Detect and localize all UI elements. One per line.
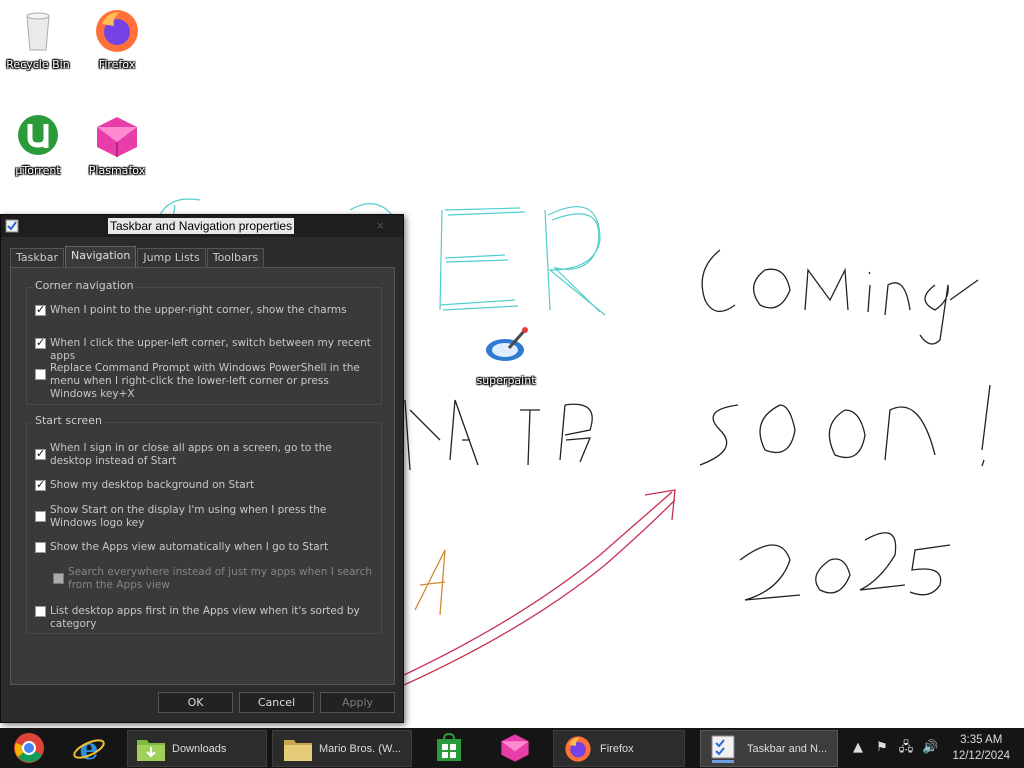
properties-icon xyxy=(711,735,735,763)
option-label: When I point to the upper-right corner, … xyxy=(50,304,347,316)
checkbox[interactable] xyxy=(35,303,46,316)
option-label: Show Start on the display I'm using when… xyxy=(50,504,327,529)
chrome-icon xyxy=(14,733,44,763)
navigation-tab-panel: Corner navigation When I point to the up… xyxy=(10,267,395,685)
taskbar-item-chrome[interactable] xyxy=(4,728,54,768)
taskbar-item-label: Mario Bros. (W... xyxy=(319,743,401,755)
firefox-icon xyxy=(565,736,591,762)
desktop-icon-superpaint[interactable]: superpaint xyxy=(471,322,541,387)
taskbar-item-store[interactable] xyxy=(424,728,474,768)
desktop-icon-utorrent[interactable]: µTorrent xyxy=(3,112,73,177)
option-apps-view-automatically[interactable]: Show the Apps view automatically when I … xyxy=(35,541,375,555)
desktop-icon-label: Firefox xyxy=(98,58,136,71)
properties-icon xyxy=(5,219,19,233)
desktop-icon-recycle-bin[interactable]: Recycle Bin xyxy=(3,6,73,71)
option-label: Search everywhere instead of just my app… xyxy=(68,566,373,591)
option-show-charms[interactable]: When I point to the upper-right corner, … xyxy=(35,303,375,318)
clock[interactable]: 3:35 AM 12/12/2024 xyxy=(952,732,1010,764)
option-label: Show my desktop background on Start xyxy=(50,479,255,491)
folder-icon xyxy=(284,740,312,761)
chevron-up-icon[interactable]: ▲ xyxy=(850,740,866,756)
close-icon[interactable]: × xyxy=(376,219,385,232)
ok-button[interactable]: OK xyxy=(158,692,233,713)
tab-taskbar[interactable]: Taskbar xyxy=(10,248,64,268)
group-title: Start screen xyxy=(33,414,104,427)
taskbar-item-mario-bros[interactable]: Mario Bros. (W... xyxy=(272,730,412,767)
option-label: When I sign in or close all apps on a sc… xyxy=(50,442,332,467)
option-replace-command-prompt[interactable]: Replace Command Prompt with Windows Powe… xyxy=(35,362,375,400)
clock-time: 3:35 AM xyxy=(960,734,1003,746)
checkbox[interactable] xyxy=(35,336,46,349)
checkbox[interactable] xyxy=(35,606,46,617)
tab-navigation[interactable]: Navigation xyxy=(65,246,137,268)
taskbar-navigation-properties-dialog: Taskbar and Navigation properties × Task… xyxy=(0,214,404,723)
option-desktop-background-on-start[interactable]: Show my desktop background on Start xyxy=(35,478,375,493)
taskbar-item-plasmafox[interactable] xyxy=(490,728,540,768)
recycle-bin-icon xyxy=(26,12,50,51)
clock-date: 12/12/2024 xyxy=(952,750,1010,762)
checkbox xyxy=(53,573,64,584)
option-label: When I click the upper-left corner, swit… xyxy=(50,337,371,362)
option-label: Show the Apps view automatically when I … xyxy=(50,541,329,553)
option-label: Replace Command Prompt with Windows Powe… xyxy=(50,362,360,400)
cancel-button[interactable]: Cancel xyxy=(239,692,314,713)
desktop-icon-firefox[interactable]: Firefox xyxy=(82,6,152,71)
option-start-on-current-display[interactable]: Show Start on the display I'm using when… xyxy=(35,504,375,532)
dialog-title: Taskbar and Navigation properties xyxy=(108,218,295,234)
taskbar-item-taskbar-properties[interactable]: Taskbar and N... xyxy=(700,730,838,767)
folder-icon xyxy=(137,740,165,761)
checkbox[interactable] xyxy=(35,478,46,491)
taskbar-item-internet-explorer[interactable]: e xyxy=(64,728,114,768)
checkbox[interactable] xyxy=(35,447,46,460)
option-switch-recent-apps[interactable]: When I click the upper-left corner, swit… xyxy=(35,336,375,362)
option-list-desktop-apps-first[interactable]: List desktop apps first in the Apps view… xyxy=(35,605,375,630)
desktop-icon-label: µTorrent xyxy=(15,164,61,177)
dialog-titlebar[interactable]: Taskbar and Navigation properties × xyxy=(1,215,403,237)
svg-text:e: e xyxy=(79,732,98,765)
desktop-icon-label: superpaint xyxy=(476,374,536,387)
checkbox[interactable] xyxy=(35,369,46,380)
checkbox[interactable] xyxy=(35,511,46,522)
taskbar-item-firefox[interactable]: Firefox xyxy=(553,730,685,767)
start-screen-group: Start screen When I sign in or close all… xyxy=(26,414,382,634)
superpaint-icon xyxy=(484,327,528,363)
apply-button[interactable]: Apply xyxy=(320,692,395,713)
plasmafox-icon xyxy=(97,117,137,157)
volume-icon[interactable]: 🔊 xyxy=(922,740,938,756)
desktop-icon-plasmafox[interactable]: Plasmafox xyxy=(82,112,152,177)
option-label: List desktop apps first in the Apps view… xyxy=(50,605,360,630)
store-icon xyxy=(437,733,461,761)
taskbar-item-label: Firefox xyxy=(600,743,634,755)
flag-icon[interactable]: ⚑ xyxy=(874,740,890,756)
desktop-icon-label: Plasmafox xyxy=(88,164,146,177)
network-icon[interactable]: 🖧 xyxy=(898,740,914,756)
group-title: Corner navigation xyxy=(33,279,136,292)
taskbar-item-downloads[interactable]: Downloads xyxy=(127,730,267,767)
utorrent-icon xyxy=(18,115,58,155)
taskbar-item-label: Taskbar and N... xyxy=(747,743,828,755)
plasmafox-icon xyxy=(501,734,529,762)
option-search-everywhere: Search everywhere instead of just my app… xyxy=(53,566,373,594)
taskbar-item-label: Downloads xyxy=(172,743,227,755)
firefox-icon xyxy=(96,10,138,52)
tab-bar: Taskbar Navigation Jump Lists Toolbars xyxy=(10,246,265,268)
corner-navigation-group: Corner navigation When I point to the up… xyxy=(26,279,382,405)
desktop-icon-label: Recycle Bin xyxy=(6,58,70,71)
tab-toolbars[interactable]: Toolbars xyxy=(206,248,265,268)
taskbar: e Downloads Mario Bros. (W... Firefox Ta… xyxy=(0,728,1024,768)
checkbox[interactable] xyxy=(35,542,46,553)
internet-explorer-icon: e xyxy=(73,732,105,765)
option-go-to-desktop[interactable]: When I sign in or close all apps on a sc… xyxy=(35,442,375,470)
tab-jump-lists[interactable]: Jump Lists xyxy=(137,248,206,268)
